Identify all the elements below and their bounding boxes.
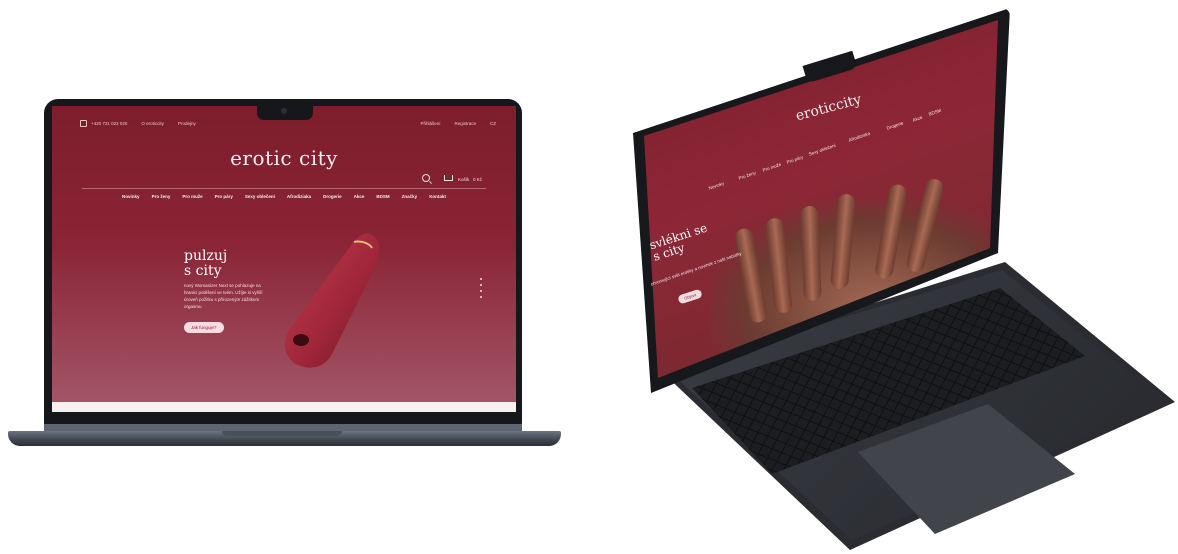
laptop-left: +420 721 022 020 O eroticcity Prodejny P… (0, 0, 580, 460)
language-selector[interactable]: CZ (490, 121, 496, 126)
carousel-dot[interactable] (480, 296, 482, 298)
product-image (284, 233, 380, 368)
cart-icon (443, 174, 453, 181)
hero-title-line-1: pulzuj (184, 248, 228, 264)
nav-item-brands[interactable]: Značky (402, 194, 418, 199)
hero-image-detail (800, 205, 822, 302)
cart-button[interactable]: Košík 0 Kč (443, 174, 482, 182)
carousel-dot[interactable] (480, 290, 482, 292)
carousel-dot[interactable] (480, 278, 482, 280)
hero-title-line-2: s city (184, 263, 222, 279)
phone-number[interactable]: +420 721 022 020 (91, 121, 127, 126)
topbar-link-about[interactable]: O eroticcity (141, 121, 164, 126)
camera-icon (281, 108, 287, 114)
phone-icon (80, 119, 87, 127)
register-link[interactable]: Registrace (454, 121, 476, 126)
nav-item-sale[interactable]: Akce (354, 194, 365, 199)
nav-item-drugstore[interactable]: Drogerie (323, 194, 342, 199)
brand-logo[interactable]: erotic city (52, 146, 516, 170)
hero-cta-button[interactable]: Jak funguje? (184, 322, 224, 333)
topbar-link-stores[interactable]: Prodejny (178, 121, 196, 126)
nav-item-lingerie[interactable]: Sexy oblečení (245, 194, 275, 199)
search-icon[interactable] (421, 174, 430, 182)
carousel-dots (480, 278, 482, 298)
nav-item-aphrodisiacs[interactable]: Afrodiziaka (287, 194, 311, 199)
cart-label: Košík (457, 176, 470, 182)
login-link[interactable]: Přihlášení (420, 121, 440, 126)
nav-item-contact[interactable]: Kontakt (429, 194, 446, 199)
page-content-band (52, 402, 516, 412)
nav-item-couples[interactable]: Pro páry (215, 194, 233, 199)
hero-title: pulzuj s city (184, 249, 227, 279)
main-navigation: Novinky Pro ženy Pro muže Pro páry Sexy … (52, 194, 516, 199)
left-website-screen: +420 721 022 020 O eroticcity Prodejny P… (52, 106, 516, 412)
laptop-left-notch (257, 104, 313, 120)
nav-item-women[interactable]: Pro ženy (152, 194, 171, 199)
cart-value: 0 Kč (472, 176, 482, 182)
laptop-left-lip (222, 431, 342, 436)
header-divider (82, 188, 486, 189)
carousel-dot[interactable] (480, 284, 482, 286)
nav-item-bdsm[interactable]: BDSM (376, 194, 389, 199)
nav-item-men[interactable]: Pro muže (182, 194, 202, 199)
header-utility: Košík 0 Kč (421, 174, 482, 182)
nav-item-news[interactable]: Novinky (122, 194, 140, 199)
